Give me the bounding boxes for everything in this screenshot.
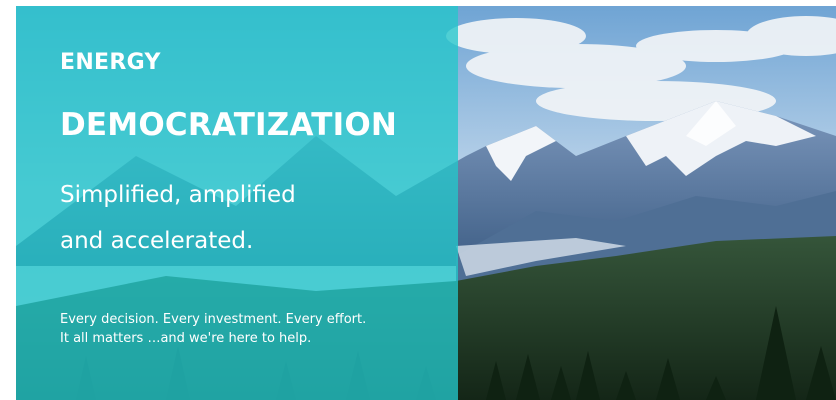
subhead-line-1: Simplified, amplified — [60, 182, 296, 208]
hero-banner: ENERGY DEMOCRATIZATION Simplified, ampli… — [16, 6, 836, 400]
subhead-line-2: and accelerated. — [60, 228, 254, 254]
subheadline: Simplified, amplified and accelerated. — [60, 172, 296, 264]
tagline-line-1: Every decision. Every investment. Every … — [60, 312, 367, 327]
tagline: Every decision. Every investment. Every … — [60, 310, 366, 348]
eyebrow-title: ENERGY — [60, 50, 161, 75]
tagline-line-2: It all matters …and we're here to help. — [60, 331, 312, 346]
headline-title: DEMOCRATIZATION — [60, 107, 398, 143]
